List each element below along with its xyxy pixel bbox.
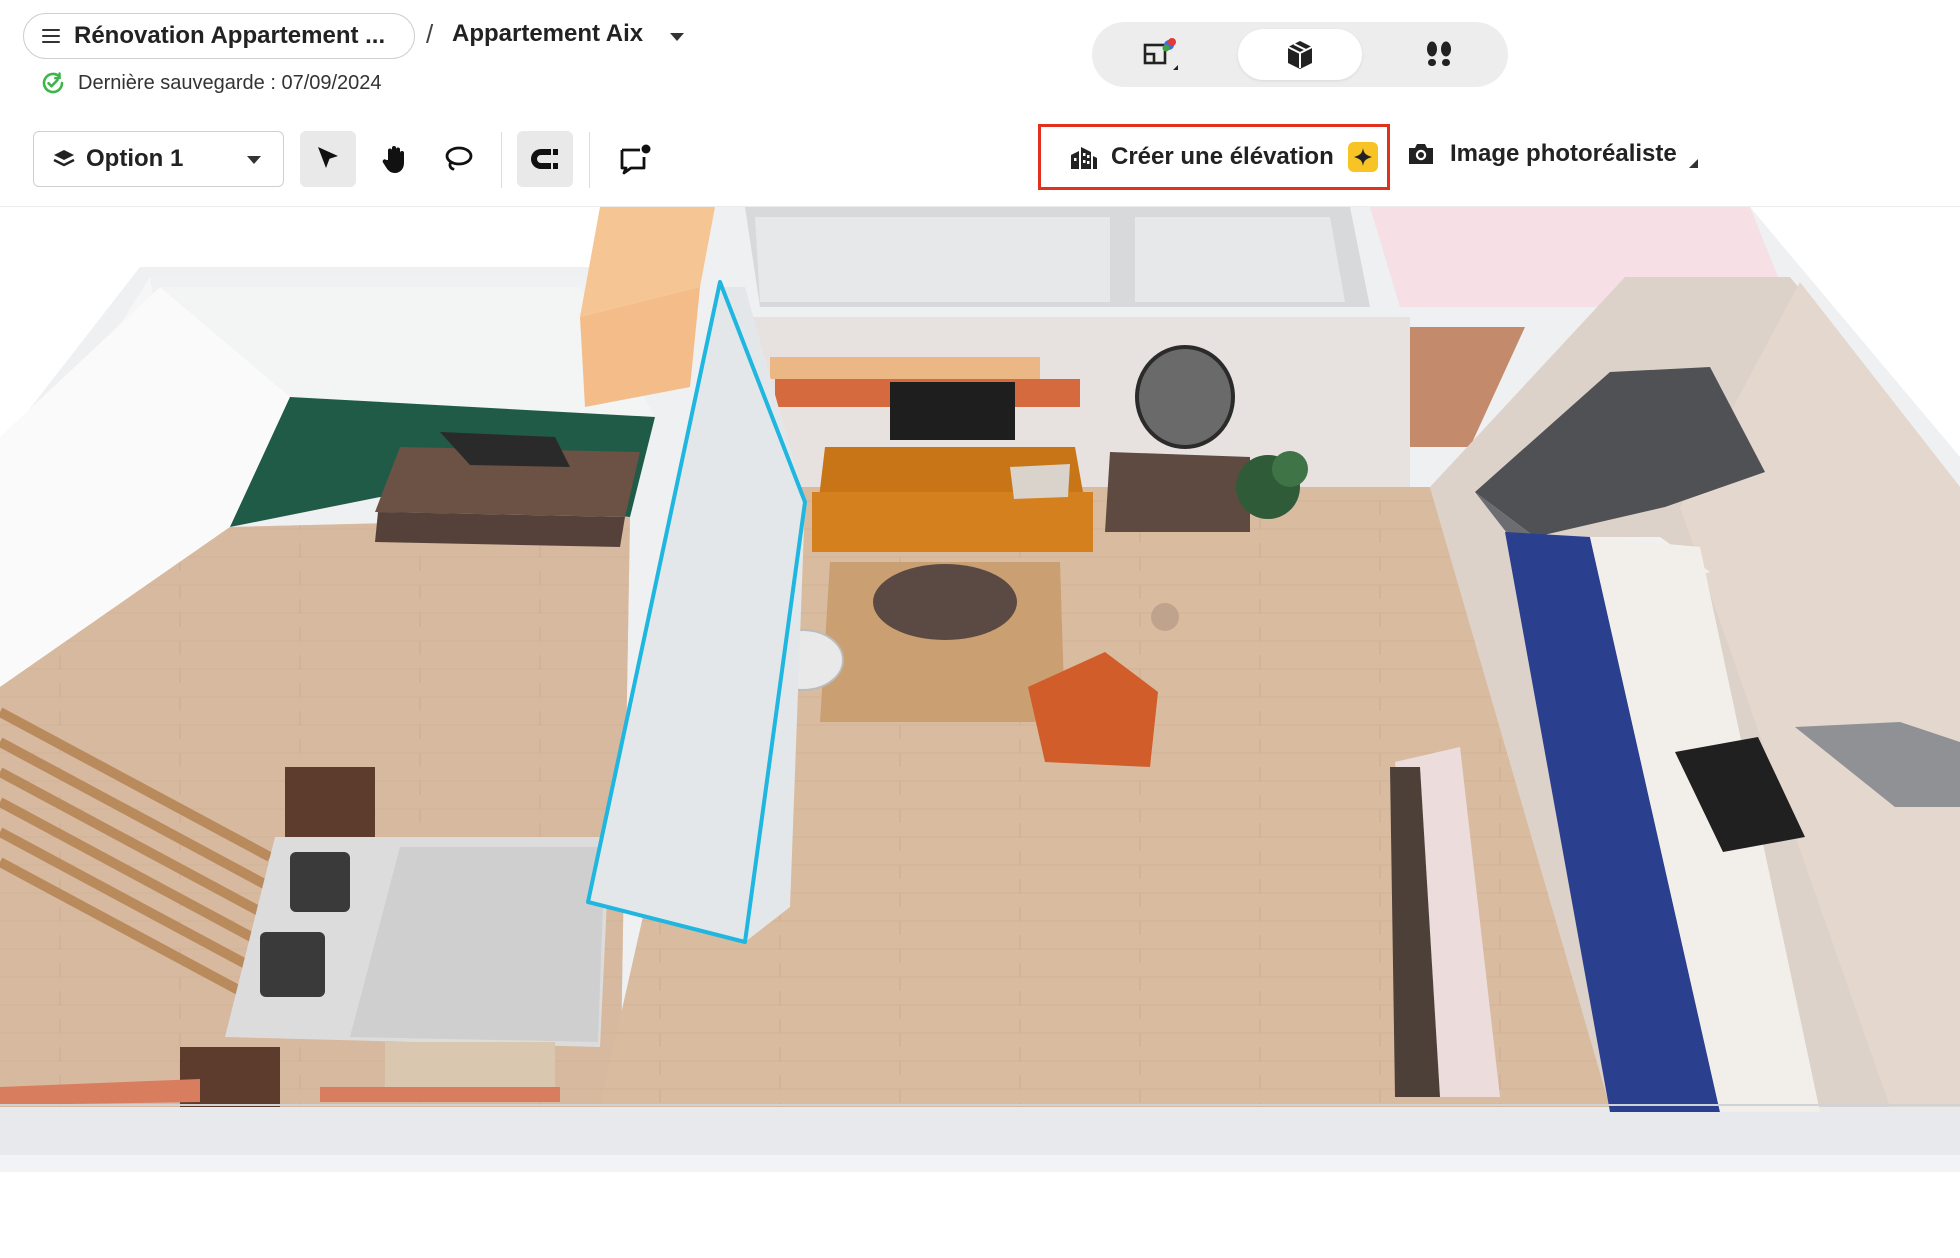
hand-icon (382, 146, 404, 173)
magnet-snap-button[interactable] (517, 131, 573, 187)
toolbar: Option 1 Créer une élévation Image photo… (0, 112, 1960, 207)
apartment-name[interactable]: Appartement Aix (452, 20, 643, 48)
breadcrumb-separator: / (426, 19, 434, 49)
saved-check-icon (42, 72, 64, 94)
option-label: Option 1 (86, 145, 184, 172)
footsteps-icon (1427, 41, 1451, 66)
lasso-tool-button[interactable] (430, 131, 486, 187)
coffee-table[interactable] (873, 564, 1017, 640)
photorealistic-image-button[interactable]: Image photoréaliste (1406, 140, 1698, 168)
toolbar-divider (589, 132, 590, 188)
photorealistic-label: Image photoréaliste (1450, 140, 1677, 167)
comment-box-icon (620, 144, 651, 175)
save-status-text: Dernière sauvegarde : 07/09/2024 (78, 71, 382, 94)
pillow (260, 932, 325, 997)
wall-shelf (770, 357, 1040, 379)
toolbar-divider (501, 132, 502, 188)
project-menu-button[interactable]: Rénovation Appartement ... (23, 13, 415, 59)
chevron-down-icon (247, 156, 261, 164)
layers-icon (53, 150, 75, 167)
pillow (290, 852, 350, 912)
project-title: Rénovation Appartement ... (74, 22, 386, 49)
round-mirror[interactable] (1135, 345, 1235, 449)
3d-viewport[interactable] (0, 207, 1960, 1258)
select-tool-button[interactable] (300, 131, 356, 187)
cushion (1010, 464, 1070, 499)
nightstand[interactable] (285, 767, 375, 837)
cube-3d-icon (1287, 40, 1313, 69)
building-elevation-icon (1071, 147, 1097, 169)
hamburger-menu-icon (42, 29, 60, 43)
cursor-arrow-icon (318, 147, 338, 168)
create-elevation-label: Créer une élévation (1111, 143, 1334, 170)
3d-view-button[interactable] (1238, 29, 1362, 80)
dropdown-corner-icon (1688, 158, 1698, 168)
create-elevation-button[interactable]: Créer une élévation (1038, 124, 1390, 190)
magnet-icon (531, 149, 558, 169)
pan-tool-button[interactable] (366, 131, 422, 187)
apartment-dropdown-caret-icon[interactable] (670, 33, 684, 41)
save-status: Dernière sauvegarde : 07/09/2024 (40, 70, 382, 96)
plan-2d-view-button[interactable] (1099, 29, 1223, 80)
sideboard[interactable] (1105, 452, 1250, 532)
lasso-icon (445, 146, 473, 171)
apartment-3d-scene[interactable] (0, 207, 1960, 1258)
walk-view-button[interactable] (1377, 29, 1501, 80)
camera-icon (1409, 144, 1433, 164)
ai-sparkle-icon (1347, 142, 1378, 172)
television[interactable] (890, 382, 1015, 440)
top-bar: Rénovation Appartement ... / Appartement… (0, 0, 1960, 113)
view-mode-switch (1092, 22, 1508, 87)
option-selector[interactable]: Option 1 (33, 131, 284, 187)
floor-plan-icon (1143, 37, 1178, 70)
annotation-tool-button[interactable] (607, 131, 663, 187)
